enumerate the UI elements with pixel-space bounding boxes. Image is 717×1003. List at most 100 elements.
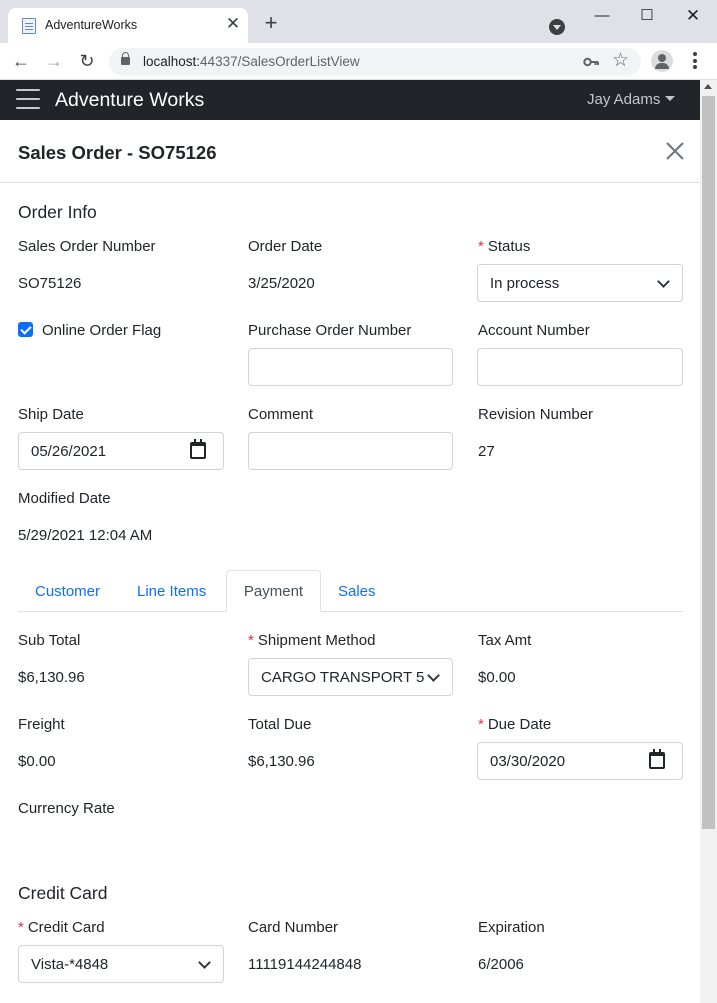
scrollbar-thumb[interactable]: [702, 96, 715, 829]
reload-icon[interactable]: ↻: [77, 51, 97, 71]
order-date-value: 3/25/2020: [248, 275, 315, 292]
comment-label: Comment: [248, 406, 314, 423]
shipment-method-value: CARGO TRANSPORT 5: [261, 669, 425, 686]
purchase-order-number-label: Purchase Order Number: [248, 322, 412, 339]
expiration-value: 6/2006: [478, 956, 524, 973]
tax-amt-value: $0.00: [478, 669, 516, 686]
close-icon[interactable]: [662, 138, 688, 164]
sub-total-value: $6,130.96: [18, 669, 85, 686]
tab-search-icon[interactable]: [549, 19, 565, 35]
due-date-input[interactable]: 03/30/2020: [477, 742, 683, 780]
tab-payment-label: Payment: [243, 583, 304, 600]
modified-date-label: Modified Date: [18, 490, 111, 507]
shipment-method-label: * Shipment Method: [248, 632, 375, 649]
profile-avatar-icon[interactable]: [651, 50, 673, 72]
required-marker: *: [248, 632, 254, 649]
due-date-label: * Due Date: [478, 716, 551, 733]
card-number-label: Card Number: [248, 919, 339, 936]
required-marker: *: [478, 716, 484, 733]
status-label: * Status: [478, 238, 530, 255]
online-order-flag-checkbox[interactable]: [18, 322, 33, 337]
calendar-icon[interactable]: [190, 439, 206, 459]
expiration-label: Expiration: [478, 919, 545, 936]
credit-card-label: * Credit Card: [18, 919, 105, 936]
required-marker: *: [478, 238, 484, 255]
modal-title: Sales Order - SO75126: [18, 142, 217, 163]
page-favicon-icon: [22, 18, 36, 34]
credit-card-select[interactable]: Vista-*4848: [18, 945, 224, 983]
account-number-label: Account Number: [478, 322, 590, 339]
ship-date-label: Ship Date: [18, 406, 84, 423]
scroll-up-arrow-icon[interactable]: [704, 84, 712, 89]
user-name: Jay Adams: [587, 91, 661, 108]
sales-order-number-label: Sales Order Number: [18, 238, 156, 255]
key-icon[interactable]: [583, 55, 599, 69]
tab-sales[interactable]: Sales: [338, 583, 376, 600]
sales-order-number-value: SO75126: [18, 275, 82, 292]
window-maximize-button[interactable]: ☐: [636, 7, 658, 25]
back-arrow-icon[interactable]: ←: [11, 51, 31, 71]
required-marker: *: [18, 919, 24, 936]
lock-icon[interactable]: [121, 52, 130, 65]
currency-rate-label: Currency Rate: [18, 800, 115, 817]
order-info-heading: Order Info: [18, 202, 97, 222]
address-bar[interactable]: localhost:44337/SalesOrderListView ☆: [109, 48, 641, 76]
comment-input[interactable]: [248, 432, 453, 470]
status-label-text: Status: [487, 238, 531, 255]
browser-toolbar: ← → ↻ localhost:44337/SalesOrderListView…: [0, 43, 717, 80]
window-minimize-button[interactable]: —: [591, 7, 613, 25]
calendar-icon[interactable]: [649, 749, 665, 769]
credit-card-value: Vista-*4848: [31, 956, 109, 973]
hamburger-menu-icon[interactable]: [16, 89, 40, 109]
chevron-down-icon: [657, 275, 670, 288]
forward-arrow-icon[interactable]: →: [44, 51, 64, 71]
url-path: 44337/SalesOrderListView: [200, 54, 360, 69]
chevron-down-icon: [198, 956, 211, 969]
modal-header: Sales Order - SO75126: [0, 120, 700, 183]
tab-payment[interactable]: Payment: [226, 570, 321, 612]
tax-amt-label: Tax Amt: [478, 632, 532, 649]
freight-value: $0.00: [18, 753, 56, 770]
ship-date-value: 05/26/2021: [31, 443, 107, 460]
purchase-order-number-input[interactable]: [248, 348, 453, 386]
modified-date-value: 5/29/2021 12:04 AM: [18, 527, 153, 544]
due-date-value: 03/30/2020: [490, 753, 566, 770]
total-due-value: $6,130.96: [248, 753, 315, 770]
app-navbar: Adventure Works Jay Adams: [0, 80, 700, 120]
browser-tab[interactable]: AdventureWorks ✕: [8, 8, 248, 43]
tab-customer[interactable]: Customer: [35, 583, 100, 600]
sub-total-label: Sub Total: [18, 632, 81, 649]
shipment-method-select[interactable]: CARGO TRANSPORT 5: [248, 658, 453, 696]
credit-card-heading: Credit Card: [18, 883, 108, 903]
online-order-flag-label[interactable]: Online Order Flag: [42, 322, 161, 339]
browser-tab-title: AdventureWorks: [45, 18, 138, 32]
card-number-value: 11119144244848: [248, 956, 362, 973]
due-date-label-text: Due Date: [487, 716, 552, 733]
page-scrollbar[interactable]: [700, 80, 717, 1003]
freight-label: Freight: [18, 716, 65, 733]
shipment-method-label-text: Shipment Method: [257, 632, 376, 649]
status-select[interactable]: In process: [477, 264, 683, 302]
credit-card-label-text: Credit Card: [27, 919, 105, 936]
browser-tab-strip: AdventureWorks ✕ + — ☐ ✕: [0, 0, 717, 43]
revision-number-label: Revision Number: [478, 406, 594, 423]
order-date-label: Order Date: [248, 238, 323, 255]
new-tab-button[interactable]: +: [260, 12, 282, 35]
account-number-input[interactable]: [477, 348, 683, 386]
revision-number-value: 27: [478, 443, 495, 460]
caret-down-icon: [665, 96, 676, 101]
user-menu-dropdown[interactable]: Jay Adams: [587, 91, 676, 108]
status-select-value: In process: [490, 275, 560, 292]
window-close-button[interactable]: ✕: [682, 7, 704, 25]
url-text[interactable]: localhost:44337/SalesOrderListView: [143, 54, 360, 69]
tab-close-icon[interactable]: ✕: [224, 15, 242, 33]
tab-line-items[interactable]: Line Items: [137, 583, 206, 600]
ship-date-input[interactable]: 05/26/2021: [18, 432, 224, 470]
url-host: localhost:: [143, 54, 201, 69]
bookmark-star-icon[interactable]: ☆: [612, 50, 629, 72]
brand-title[interactable]: Adventure Works: [55, 89, 204, 112]
chevron-down-icon: [427, 669, 440, 682]
total-due-label: Total Due: [248, 716, 312, 733]
browser-menu-icon[interactable]: [689, 51, 701, 71]
tabs-divider: [18, 611, 683, 612]
